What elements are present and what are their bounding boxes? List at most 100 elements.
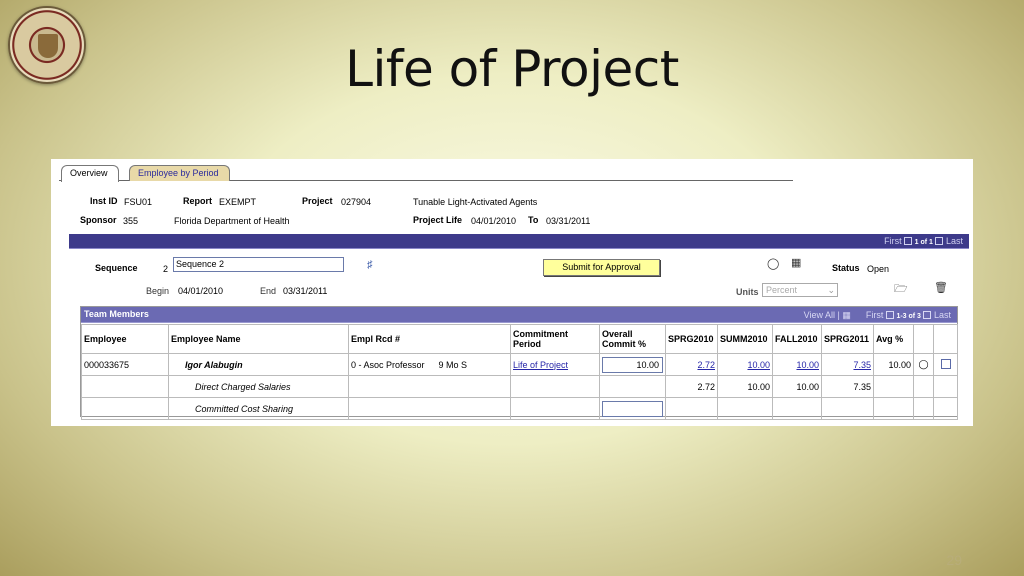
cell-empl-rcd: [348, 375, 511, 398]
cell-employee-id: [81, 397, 169, 420]
tab-strip: Overview Employee by Period: [59, 165, 793, 182]
chevron-down-icon: ⌄: [827, 285, 835, 295]
comment-bubble-icon[interactable]: ◯: [918, 359, 928, 369]
sponsor-code: 355: [123, 216, 139, 226]
units-select[interactable]: Percent ⌄: [762, 283, 838, 297]
team-prev-icon[interactable]: [885, 311, 894, 319]
col-header-employee: Employee: [81, 324, 169, 354]
team-last-link[interactable]: Last: [934, 310, 951, 320]
person-search-icon[interactable]: ♯: [367, 260, 373, 271]
cell-employee-name: Committed Cost Sharing: [168, 397, 349, 420]
cell-employee-id: [81, 375, 169, 398]
status-value: Open: [867, 264, 890, 274]
col-header-overall-commit: Overall Commit %: [599, 324, 666, 354]
row-select-checkbox[interactable]: [940, 358, 951, 369]
team-first-link[interactable]: First: [866, 310, 884, 320]
team-next-icon[interactable]: [923, 311, 932, 319]
life-of-project-link[interactable]: Life of Project: [513, 360, 568, 370]
comment-bubble-icon[interactable]: ◯: [767, 259, 779, 270]
team-members-nav: View All | ▦ First 1-3 of 3 Last: [803, 310, 951, 320]
sequence-input[interactable]: Sequence 2: [173, 257, 344, 272]
inst-id-label: Inst ID: [90, 196, 118, 206]
view-all-link[interactable]: View All: [804, 310, 835, 320]
cell-comment: [913, 375, 934, 398]
cell-summ2010: 10.00: [717, 375, 773, 398]
project-life-end: 03/31/2011: [546, 216, 591, 226]
begin-date: 04/01/2010: [178, 286, 224, 296]
trash-icon[interactable]: 🗑: [934, 283, 948, 294]
empl-rcd-text: 0 - Asoc Professor: [351, 359, 425, 370]
cell-overall-commit: 10.00: [599, 353, 666, 376]
status-label: Status: [832, 263, 860, 273]
col-header-blank-2: [933, 324, 958, 354]
col-header-empl-rcd: Empl Rcd #: [348, 324, 511, 354]
cell-avg: 10.00: [873, 353, 914, 376]
col-header-sprg2010: SPRG2010: [665, 324, 718, 354]
table-row: Direct Charged Salaries 2.72 10.00 10.00…: [81, 375, 958, 398]
cell-fall2010: [772, 397, 822, 420]
appointment-text: 9 Mo S: [438, 359, 468, 370]
table-row: 000033675 Igor Alabugin 0 - Asoc Profess…: [81, 353, 958, 376]
project-life-start: 04/01/2010: [471, 216, 517, 226]
table-row: Committed Cost Sharing: [81, 397, 958, 420]
cell-employee-name: Direct Charged Salaries: [168, 375, 349, 398]
sequence-nav: First 1 of 1 Last: [884, 236, 963, 246]
notes-icon[interactable]: ▦: [791, 258, 801, 269]
cell-comment: ◯: [913, 353, 934, 376]
cell-commitment-period: [510, 397, 600, 420]
cell-select: [933, 397, 958, 420]
nav-first-link[interactable]: First: [884, 236, 902, 246]
nav-next-icon[interactable]: [935, 237, 944, 245]
peoplesoft-panel: Overview Employee by Period Inst ID FSU0…: [51, 159, 973, 426]
folder-icon[interactable]: 🗁: [894, 284, 908, 295]
col-header-commitment-period: Commitment Period: [510, 324, 600, 354]
submit-for-approval-button[interactable]: Submit for Approval: [543, 259, 660, 276]
cell-fall2010: 10.00: [772, 353, 822, 376]
end-label: End: [260, 286, 277, 296]
nav-prev-icon[interactable]: [904, 237, 913, 245]
report-value: EXEMPT: [219, 197, 257, 207]
col-header-summ2010: SUMM2010: [717, 324, 773, 354]
slide-title: Life of Project: [345, 40, 679, 98]
sponsor-name: Florida Department of Health: [174, 216, 290, 226]
cell-select: [933, 375, 958, 398]
summ2010-link[interactable]: 10.00: [747, 360, 770, 370]
project-description: Tunable Light-Activated Agents: [413, 197, 538, 207]
col-header-blank-1: [913, 324, 934, 354]
project-label: Project: [302, 196, 333, 206]
cell-empl-rcd: 0 - Asoc Professor 9 Mo S: [348, 353, 511, 376]
nav-last-link[interactable]: Last: [946, 236, 963, 246]
cell-avg: [873, 397, 914, 420]
cell-commitment-period: [510, 375, 600, 398]
team-members-grid: Team Members View All | ▦ First 1-3 of 3…: [80, 306, 958, 420]
inst-id-value: FSU01: [124, 197, 153, 207]
end-date: 03/31/2011: [283, 286, 328, 296]
fall2010-link[interactable]: 10.00: [796, 360, 819, 370]
cell-sprg2010: 2.72: [665, 375, 718, 398]
sponsor-label: Sponsor: [80, 215, 117, 225]
cell-commitment-period: Life of Project: [510, 353, 600, 376]
cell-overall-commit: [599, 397, 666, 420]
cell-sprg2011: 7.35: [821, 353, 874, 376]
project-life-label: Project Life: [413, 215, 463, 225]
sprg2011-link[interactable]: 7.35: [853, 360, 871, 370]
sprg2010-link[interactable]: 2.72: [697, 360, 715, 370]
col-header-sprg2011: SPRG2011: [821, 324, 874, 354]
tab-employee-by-period[interactable]: Employee by Period: [129, 165, 230, 181]
nav-position: 1 of 1: [914, 239, 933, 246]
cell-employee-id: 000033675: [81, 353, 169, 376]
col-header-employee-name: Employee Name: [168, 324, 349, 354]
project-value: 027904: [341, 197, 372, 207]
sequence-number: 2: [163, 264, 169, 274]
cell-sprg2010: [665, 397, 718, 420]
units-label: Units: [736, 287, 759, 297]
cell-summ2010: [717, 397, 773, 420]
report-label: Report: [183, 196, 212, 206]
units-select-value: Percent: [766, 285, 798, 295]
team-members-title: Team Members: [84, 309, 149, 319]
grid-icon[interactable]: ▦: [842, 310, 851, 320]
tab-overview[interactable]: Overview: [61, 165, 119, 182]
overall-commit-input[interactable]: 10.00: [602, 356, 663, 373]
cost-sharing-commit-input[interactable]: [602, 400, 663, 417]
sequence-nav-bar: First 1 of 1 Last: [69, 234, 969, 249]
